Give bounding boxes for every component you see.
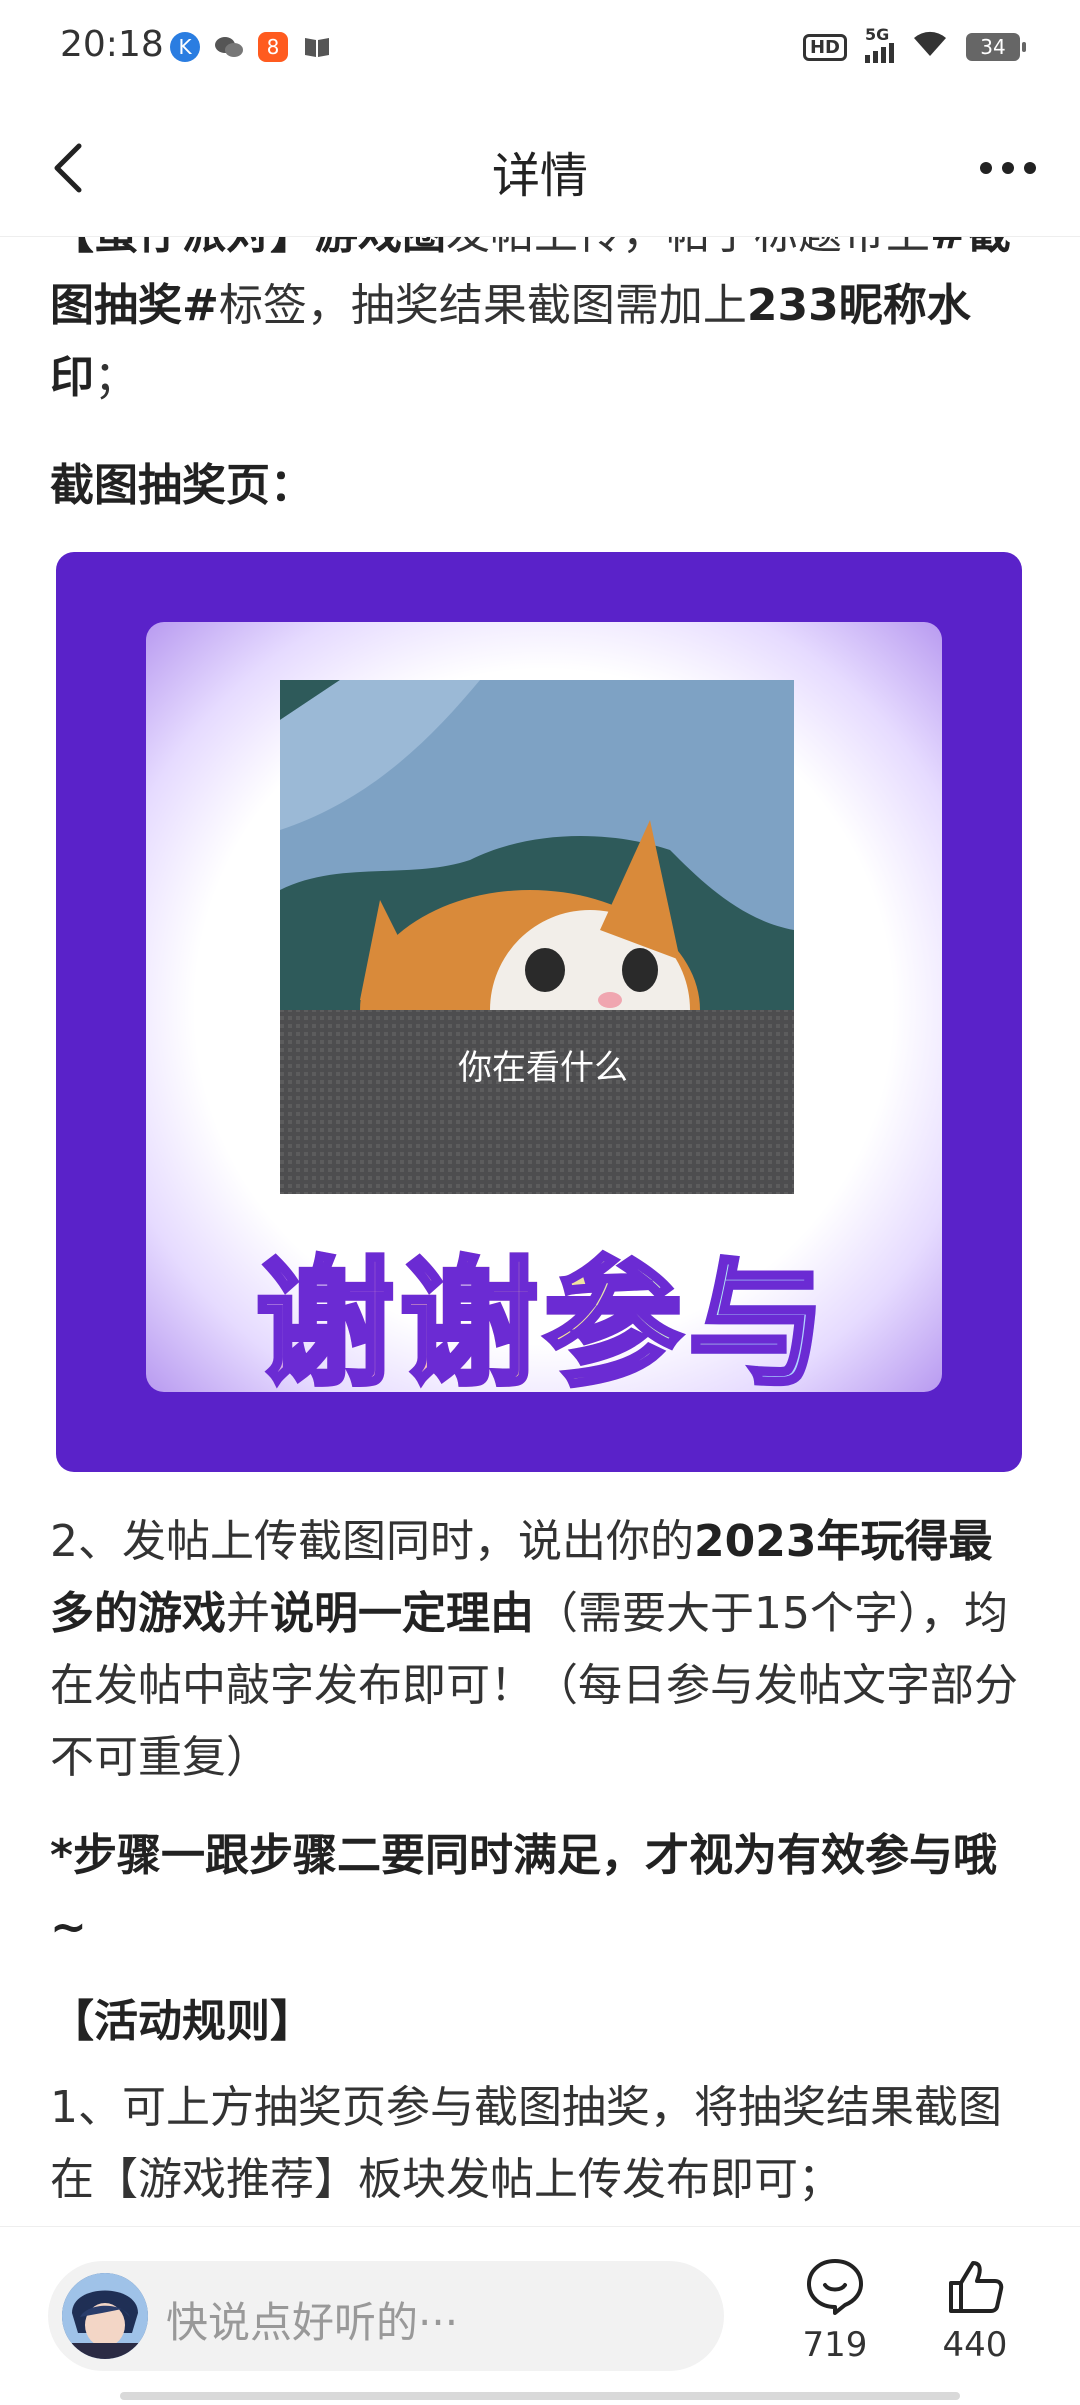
bottom-action-bar: 快说点好听的··· 719 440 — [0, 2226, 1080, 2405]
status-right: HD 5G 34 — [802, 25, 1026, 64]
comment-button[interactable]: 719 — [780, 2257, 890, 2365]
battery-icon: 34 — [966, 33, 1026, 61]
photo-caption: 你在看什么 — [458, 1048, 628, 1088]
notification-icons: K 8 — [170, 32, 332, 62]
thanks-text: 谢谢参与 — [146, 1212, 942, 1412]
book-icon — [302, 32, 332, 62]
nav-header: 详情 — [0, 100, 1080, 237]
like-button[interactable]: 440 — [920, 2257, 1030, 2365]
avatar[interactable] — [62, 2273, 148, 2359]
wechat-icon — [214, 32, 244, 62]
home-indicator[interactable] — [120, 2392, 960, 2400]
thumbs-up-icon — [949, 2261, 1004, 2313]
participation-note: *步骤一跟步骤二要同时满足，才视为有效参与哦~ — [50, 1830, 998, 1953]
comment-placeholder: 快说点好听的··· — [166, 2298, 459, 2347]
comment-icon — [807, 2259, 863, 2315]
signal-icon: 5G — [865, 25, 894, 63]
paragraph-step2: 2、发帖上传截图同时，说出你的2023年玩得最多的游戏并说明一定理由（需要大于1… — [50, 1516, 1018, 1783]
post-content: 【蛋仔派对】游戏圈发帖上传，帖子标题带上#截图抽奖#标签，抽奖结果截图需加上23… — [50, 236, 1030, 2226]
hd-icon: HD — [802, 33, 847, 61]
lottery-promo-image[interactable]: 你在看什么 谢谢参与 — [56, 552, 1022, 1472]
promo-card: 你在看什么 谢谢参与 — [146, 622, 942, 1408]
more-dots-icon — [980, 162, 1036, 174]
cat-photo — [280, 680, 794, 1194]
rule-item: 1、可上方抽奖页参与截图抽奖，将抽奖结果截图在【游戏推荐】板块发帖上传发布即可； — [50, 2082, 1002, 2205]
rules-heading: 【活动规则】 — [50, 1996, 314, 2047]
like-count: 440 — [942, 2325, 1008, 2365]
app-k-icon: K — [170, 32, 200, 62]
status-time: 20:18 — [60, 24, 164, 65]
more-button[interactable] — [972, 144, 1044, 192]
app-badge-icon: 8 — [258, 32, 288, 62]
page-title: 详情 — [491, 148, 588, 204]
lottery-heading: 截图抽奖页： — [50, 460, 314, 511]
comment-count: 719 — [802, 2325, 868, 2365]
paragraph-step1: 【蛋仔派对】游戏圈发帖上传，帖子标题带上#截图抽奖#标签，抽奖结果截图需加上23… — [50, 236, 1011, 403]
status-bar: 20:18 K 8 HD 5G 34 — [0, 0, 1080, 100]
wifi-icon — [912, 30, 948, 64]
comment-input[interactable]: 快说点好听的··· — [48, 2261, 724, 2371]
